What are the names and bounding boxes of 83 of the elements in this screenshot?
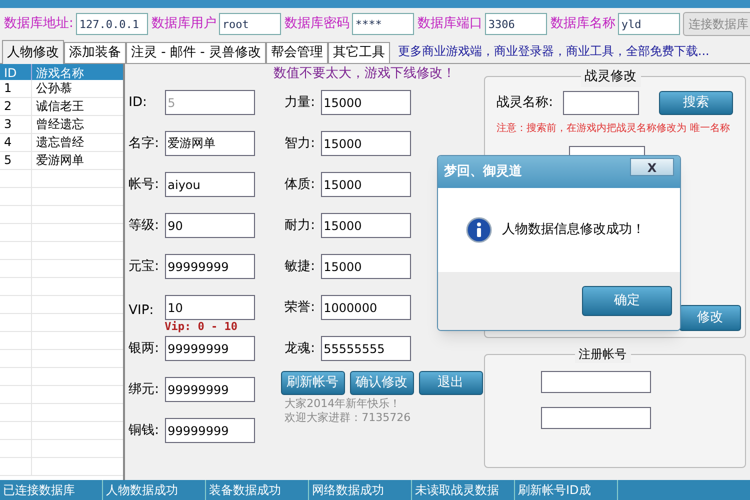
input-field[interactable]: 99999999 xyxy=(164,254,255,279)
field-label: 数据库用户 xyxy=(151,15,216,34)
status-text: 刷新帐号ID成 xyxy=(515,480,618,500)
column-header[interactable]: ID xyxy=(0,64,32,80)
field-label: VIP: xyxy=(128,302,155,320)
group-title: 注册帐号 xyxy=(574,345,631,363)
field-label: 耐力: xyxy=(284,216,316,235)
confirm-button[interactable]: 修改 xyxy=(679,305,741,331)
field-label: 银两: xyxy=(128,340,160,358)
field-label: 数据库地址: xyxy=(4,15,74,34)
note-text: 注意：搜索前，在游戏内把战灵名称修改为 唯一名称 xyxy=(496,122,731,136)
search-button[interactable]: 搜索 xyxy=(659,91,733,115)
field-label: 龙魂: xyxy=(284,340,316,358)
field-label: 元宝: xyxy=(128,258,160,276)
field-label: 帐号: xyxy=(128,176,160,194)
field-label: 体质: xyxy=(284,176,316,194)
input-field[interactable]: 10 xyxy=(164,295,255,320)
table-cell: 5 xyxy=(0,152,32,169)
tab[interactable]: 添加装备 xyxy=(64,42,126,63)
action-button[interactable]: 退出 xyxy=(418,371,483,395)
table-cell-text: 遗忘曾经 xyxy=(35,134,85,151)
table-cell-text: 诚信老王 xyxy=(35,98,85,115)
column-header[interactable]: 游戏名称 xyxy=(32,64,122,80)
tab[interactable]: 注灵 - 邮件 - 灵兽修改 xyxy=(126,42,266,63)
input-field[interactable]: yld xyxy=(618,13,680,35)
status-text: 人物数据成功 xyxy=(103,480,206,500)
input-field[interactable]: 1000000 xyxy=(320,295,411,320)
field-label: 荣誉: xyxy=(284,298,316,317)
tab[interactable]: 人物修改 xyxy=(2,40,64,64)
status-text: 装备数据成功 xyxy=(206,480,309,500)
table-cell-text: 公孙慕 xyxy=(35,80,73,97)
status-text: 已连接数据库 xyxy=(0,480,103,500)
input-field[interactable]: 99999999 xyxy=(164,336,255,361)
input-field[interactable]: 55555555 xyxy=(320,336,411,361)
group-title: 战灵修改 xyxy=(580,67,641,86)
input-field[interactable]: 3306 xyxy=(485,13,548,35)
table-cell: 3 xyxy=(0,116,32,133)
table-cell: 2 xyxy=(0,98,32,115)
table-cell: 1 xyxy=(0,80,32,97)
field-label: 数据库端口 xyxy=(417,15,482,34)
promo-link[interactable]: 更多商业游戏端，商业登录器，商业工具，全部免费下载... xyxy=(398,42,710,60)
field-label: 战灵名称: xyxy=(496,94,553,112)
hint-text: Vip: 0 - 10 xyxy=(164,319,238,335)
info-icon xyxy=(466,217,492,243)
input-field[interactable]: 爱游网单 xyxy=(164,131,255,156)
input-field[interactable]: 127.0.0.1 xyxy=(76,13,148,35)
input-field[interactable]: root xyxy=(219,13,282,35)
input-field[interactable]: aiyou xyxy=(164,172,255,197)
input-field[interactable] xyxy=(540,407,651,429)
input-field[interactable]: 99999999 xyxy=(164,377,255,402)
table-cell: 4 xyxy=(0,134,32,151)
notice-text: 大家2014年新年快乐！ xyxy=(284,397,402,411)
warning-text: 数值不要太大，游戏下线修改！ xyxy=(272,65,457,82)
status-text: 网络数据成功 xyxy=(309,480,412,500)
input-field[interactable]: 15000 xyxy=(320,131,411,156)
input-field[interactable] xyxy=(563,91,639,115)
input-field[interactable]: 15000 xyxy=(320,213,411,238)
dialog-title: 梦回、御灵道 xyxy=(444,163,522,182)
dialog-message: 人物数据信息修改成功！ xyxy=(502,221,645,240)
input-field[interactable]: 15000 xyxy=(320,172,411,197)
input-field[interactable]: 90 xyxy=(164,213,255,238)
table-cell-text: 曾经遗忘 xyxy=(35,116,85,133)
input-field[interactable] xyxy=(540,371,651,393)
field-label: 名字: xyxy=(128,134,160,153)
input-field[interactable]: 99999999 xyxy=(164,418,255,443)
status-text: 未读取战灵数据 xyxy=(412,480,515,500)
tab[interactable]: 帮会管理 xyxy=(266,42,328,63)
tab[interactable]: 其它工具 xyxy=(328,42,390,63)
field-label: 力量: xyxy=(284,94,316,112)
field-label: 智力: xyxy=(284,134,316,153)
field-label: 数据库名称 xyxy=(550,15,616,34)
input-field[interactable]: 15000 xyxy=(320,90,411,115)
notice-text: 欢迎大家进群：7135726 xyxy=(284,411,412,425)
field-label: ID: xyxy=(128,94,148,112)
table-cell-text: 爱游网单 xyxy=(35,152,85,169)
close-button[interactable]: X xyxy=(630,158,674,176)
field-label: 绑元: xyxy=(128,380,160,399)
field-label: 数据库密码 xyxy=(284,15,350,34)
input-field[interactable]: 15000 xyxy=(320,254,411,279)
input-field[interactable]: **** xyxy=(352,13,414,35)
field-label: 铜钱: xyxy=(128,422,160,440)
field-label: 敏捷: xyxy=(284,258,316,276)
field-label: 等级: xyxy=(128,216,160,235)
